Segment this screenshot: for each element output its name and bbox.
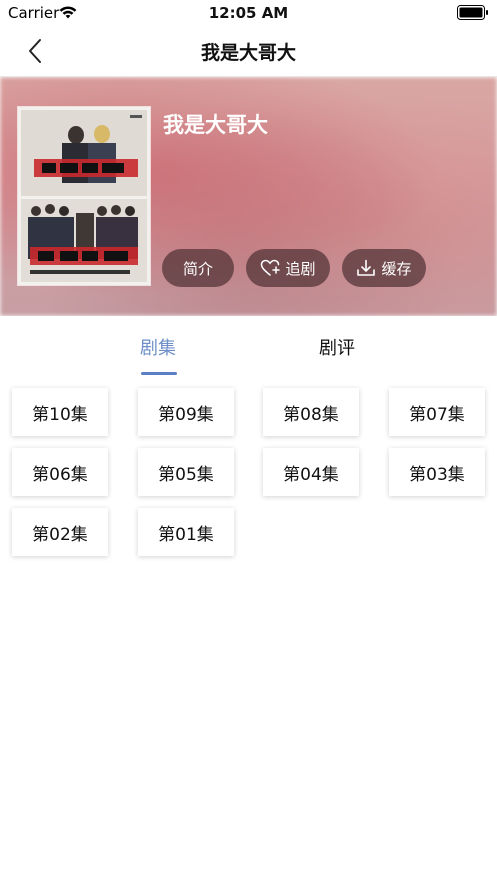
follow-label: 追剧 [285, 259, 316, 278]
episode-button[interactable]: 第03集 [389, 448, 485, 496]
battery-icon [457, 5, 488, 20]
clock: 12:05 AM [208, 4, 289, 22]
show-title: 我是大哥大 [163, 113, 268, 137]
tab-episodes[interactable]: 剧集 [140, 334, 176, 360]
intro-label: 简介 [182, 259, 213, 278]
episode-button[interactable]: 第07集 [389, 388, 485, 436]
page-title: 我是大哥大 [200, 42, 296, 64]
episode-button[interactable]: 第09集 [138, 388, 234, 436]
navigation-bar: 我是大哥大 [0, 26, 497, 77]
show-header: 我是大哥大 简介 追剧 缓存 [0, 77, 497, 316]
episode-button[interactable]: 第02集 [12, 508, 108, 556]
episode-button[interactable]: 第01集 [138, 508, 234, 556]
heart-plus-icon [261, 259, 281, 276]
episode-button[interactable]: 第10集 [12, 388, 108, 436]
status-bar: Carrier 12:05 AM [0, 0, 497, 26]
show-poster-image[interactable] [18, 107, 150, 285]
episode-button[interactable]: 第04集 [263, 448, 359, 496]
download-icon [357, 259, 376, 276]
active-tab-indicator [141, 372, 177, 375]
download-button[interactable]: 缓存 [342, 249, 426, 287]
episode-button[interactable]: 第06集 [12, 448, 108, 496]
episode-button[interactable]: 第08集 [263, 388, 359, 436]
tab-reviews[interactable]: 剧评 [319, 334, 355, 360]
episode-button[interactable]: 第05集 [138, 448, 234, 496]
download-label: 缓存 [381, 259, 412, 278]
content-tabs: 剧集 剧评 [0, 316, 497, 378]
follow-button[interactable]: 追剧 [246, 249, 330, 287]
intro-button[interactable]: 简介 [162, 249, 234, 287]
